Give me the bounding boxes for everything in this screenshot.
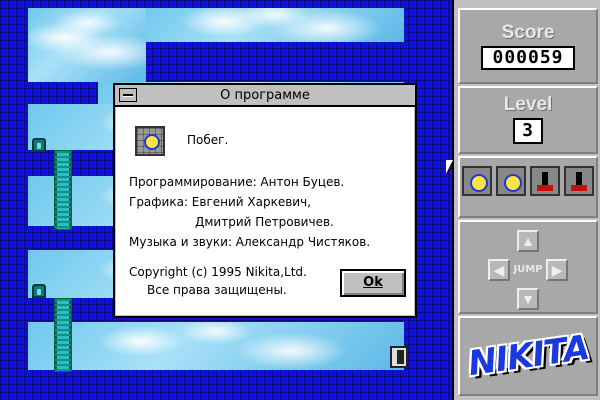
arrow-down-button[interactable]: ▼ (517, 288, 539, 310)
smiley-block-icon (496, 166, 526, 196)
credits-music: Музыка и звуки: Александр Чистяков. (129, 235, 371, 249)
arrow-left-button[interactable]: ◀ (488, 259, 510, 281)
mouse-cursor-icon (446, 160, 460, 174)
game-name: Побег. (187, 133, 229, 147)
smiley-block-icon (462, 166, 492, 196)
copyright-text: Copyright (c) 1995 Nikita,Ltd. (129, 265, 307, 279)
about-dialog: О программе Побег. Программирование: Ант… (113, 83, 417, 318)
rights-text: Все права защищены. (147, 283, 287, 297)
logo-text: NIKITA (465, 327, 591, 385)
bomb-block-icon (564, 166, 594, 196)
ladder (54, 150, 72, 230)
controls-section: ▲ ◀ JUMP ▶ ▼ (458, 220, 598, 314)
arrow-up-button[interactable]: ▲ (517, 230, 539, 252)
level-label: Level (503, 94, 553, 115)
ok-button[interactable]: Ok (340, 269, 406, 297)
score-section: Score 000059 (458, 8, 598, 84)
sky-area (146, 8, 404, 42)
bomb-block-icon (530, 166, 560, 196)
system-menu-icon[interactable] (119, 88, 137, 102)
dialog-title: О программе (220, 88, 310, 103)
inventory-section (458, 156, 598, 218)
jump-button[interactable]: JUMP (510, 260, 546, 280)
sky-area (28, 322, 404, 370)
side-panel: Score 000059 Level 3 ▲ ◀ JUMP ▶ ▼ NIKITA (452, 0, 600, 400)
sky-area (28, 8, 146, 82)
level-display: 3 (513, 118, 543, 144)
credits-graphics-cont: Дмитрий Петровичев. (195, 215, 334, 229)
score-label: Score (501, 22, 555, 43)
score-display: 000059 (481, 46, 575, 70)
nikita-logo: NIKITA (458, 316, 598, 396)
teleport-icon (32, 138, 46, 152)
direction-pad: ▲ ◀ JUMP ▶ ▼ (488, 230, 568, 310)
ladder (54, 298, 72, 372)
credits-programming: Программирование: Антон Буцев. (129, 175, 345, 189)
level-section: Level 3 (458, 86, 598, 154)
teleport-icon (32, 284, 46, 298)
dialog-titlebar[interactable]: О программе (115, 85, 415, 107)
credits-graphics: Графика: Евгений Харкевич, (129, 195, 312, 209)
exit-door-icon (390, 346, 408, 368)
game-character-icon (135, 126, 165, 156)
arrow-right-button[interactable]: ▶ (546, 259, 568, 281)
